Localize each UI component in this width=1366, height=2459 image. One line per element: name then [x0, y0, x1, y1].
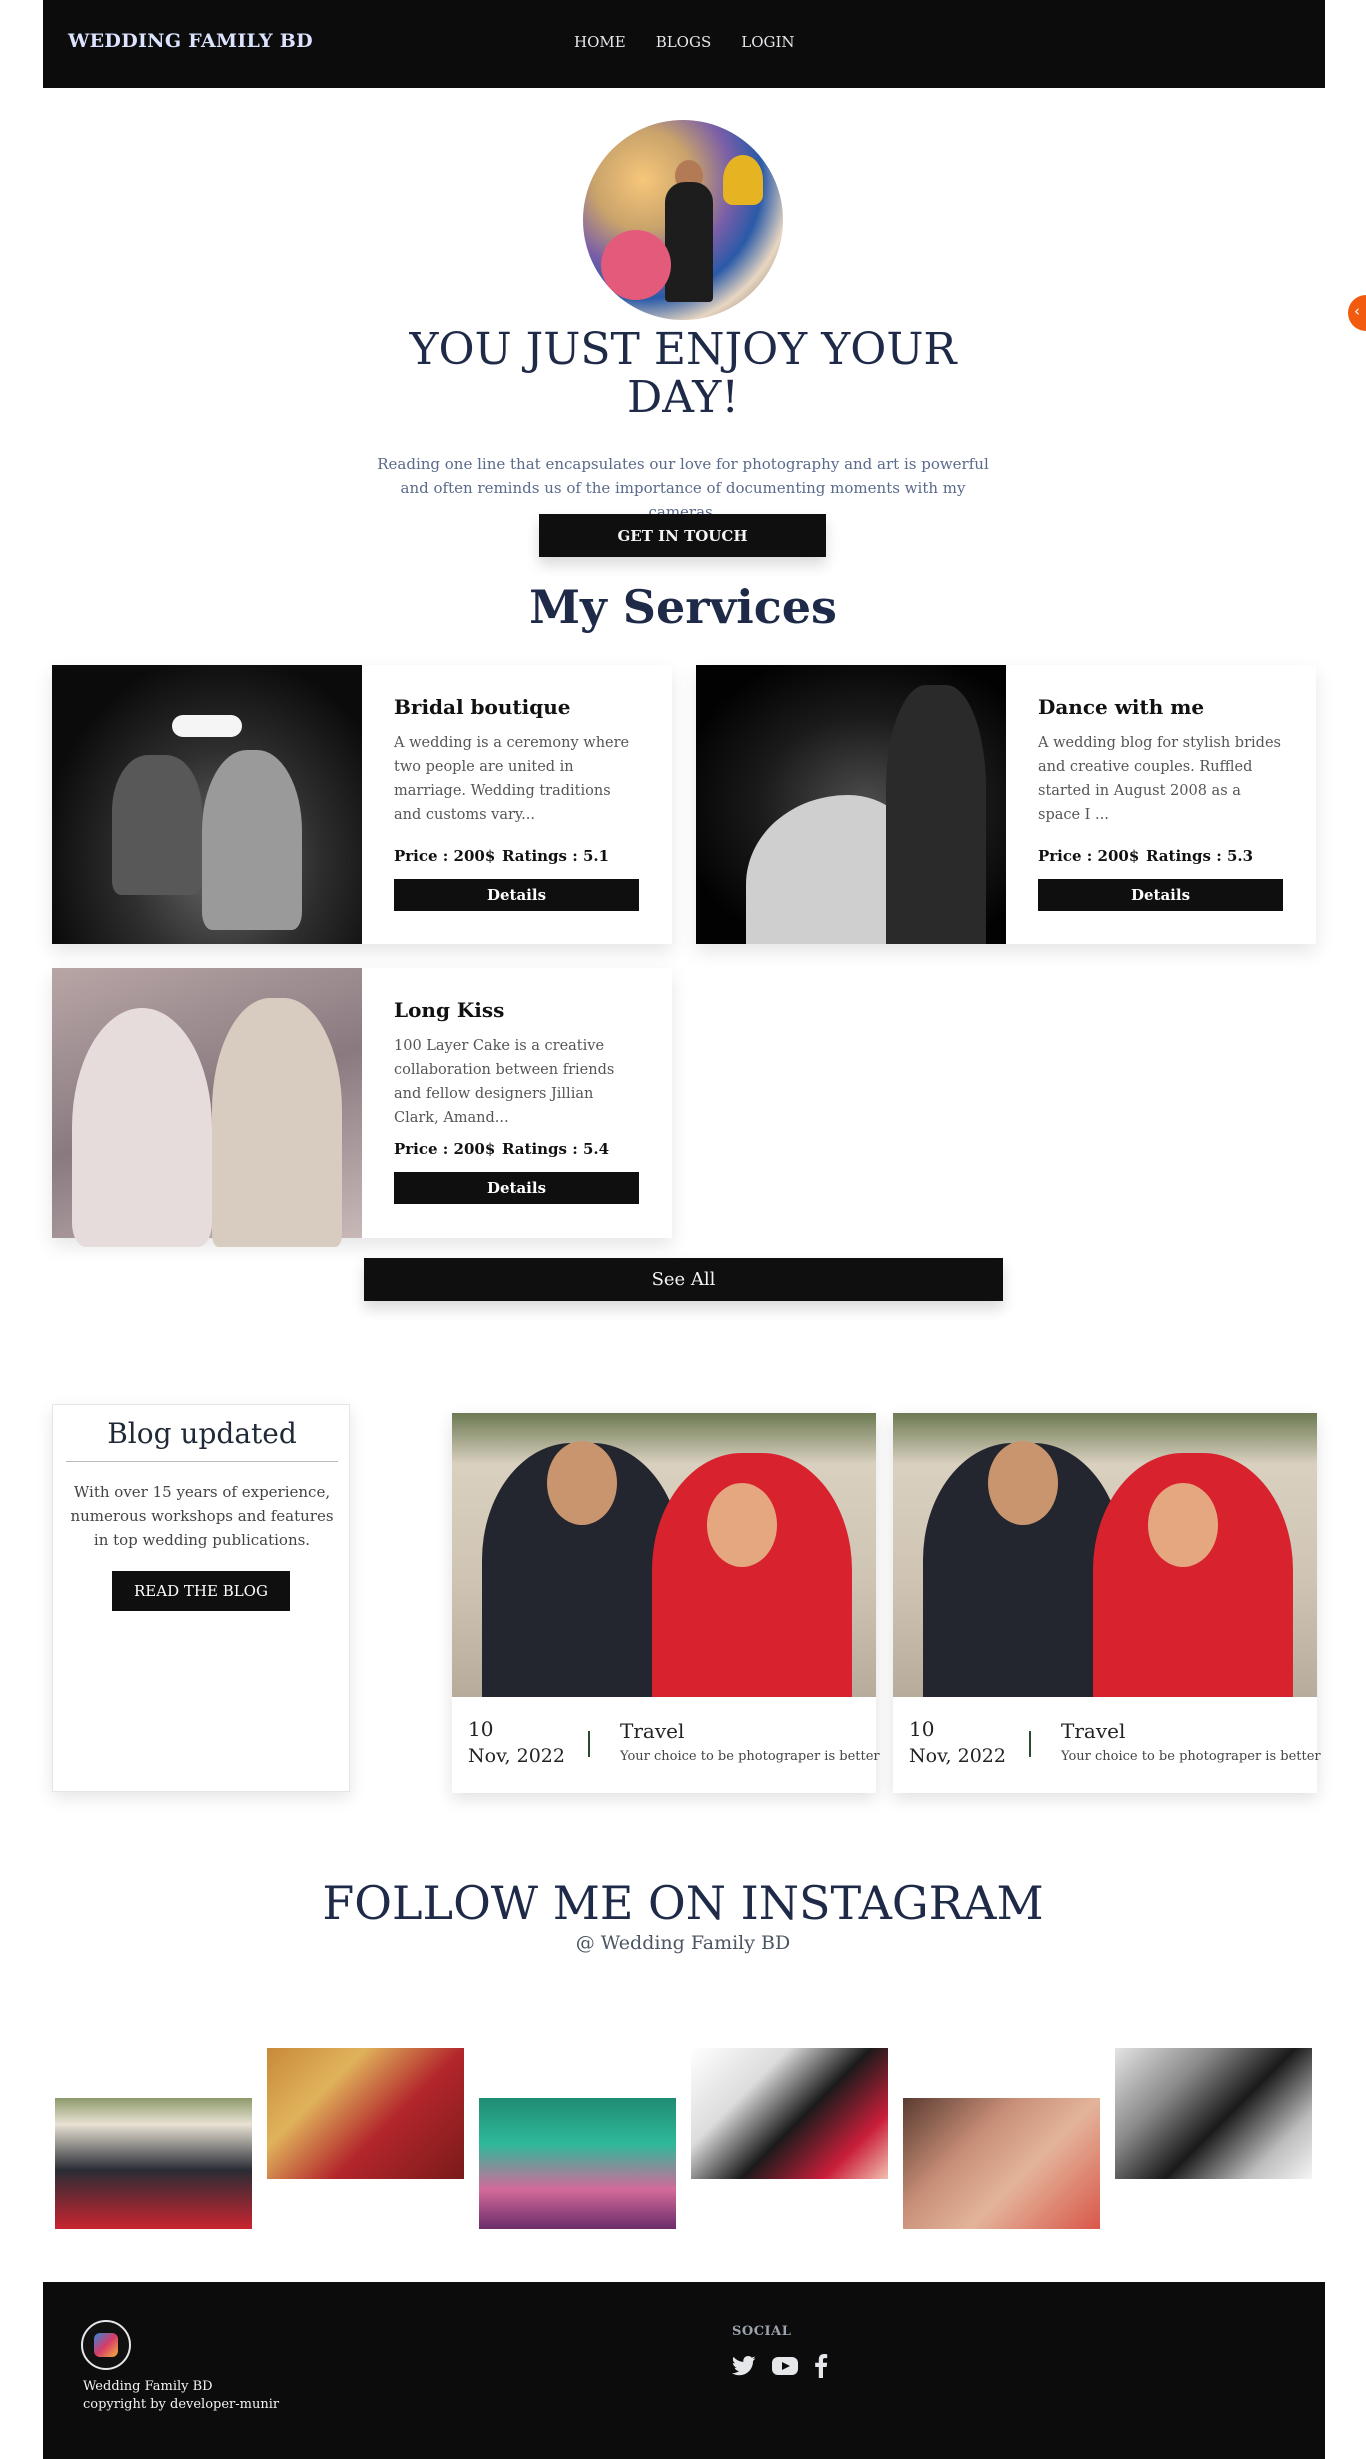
photo-bride-face — [1148, 1483, 1218, 1567]
blog-post-card[interactable]: 10 Nov, 2022 Travel Your choice to be ph… — [893, 1413, 1321, 1793]
get-in-touch-button[interactable]: GET IN TOUCH — [539, 514, 826, 557]
service-name: Bridal boutique — [394, 695, 571, 719]
service-price: Price : 200$ — [394, 1140, 496, 1158]
blog-panel-title: Blog updated — [107, 1417, 297, 1450]
service-ratings: Ratings : 5.1 — [502, 847, 610, 865]
chevron-left-icon: ‹ — [1354, 302, 1360, 320]
post-category: Travel — [1061, 1719, 1126, 1743]
services-title: My Services — [529, 580, 837, 634]
instagram-title: FOLLOW ME ON INSTAGRAM — [322, 1876, 1044, 1930]
post-day: 10 — [909, 1717, 935, 1741]
service-price: Price : 200$ — [394, 847, 496, 865]
photo-bride — [72, 1008, 212, 1247]
service-name: Dance with me — [1038, 695, 1205, 719]
post-subtitle: Your choice to be photograper is better — [1061, 1749, 1321, 1764]
service-ratings: Ratings : 5.4 — [502, 1140, 610, 1158]
instagram-photo[interactable] — [1115, 2048, 1312, 2179]
service-ratings: Ratings : 5.3 — [1146, 847, 1254, 865]
camera-icon — [94, 2333, 118, 2357]
avatar-secondary-figure — [601, 230, 671, 300]
service-description: A wedding blog for stylish brides and cr… — [1038, 735, 1281, 823]
youtube-icon[interactable] — [772, 2356, 798, 2376]
site-footer: Wedding Family BD copyright by developer… — [43, 2282, 1325, 2459]
social-icons — [732, 2354, 828, 2378]
instagram-photo[interactable] — [267, 2048, 464, 2179]
service-card: Bridal boutique A wedding is a ceremony … — [52, 665, 672, 944]
photo-groom-face — [547, 1441, 617, 1525]
service-name: Long Kiss — [394, 998, 505, 1022]
nav-home-link[interactable]: HOME — [574, 33, 626, 51]
post-subtitle: Your choice to be photograper is better — [620, 1749, 880, 1764]
post-month: Nov, 2022 — [468, 1745, 565, 1767]
instagram-photo[interactable] — [55, 2098, 252, 2229]
details-button[interactable]: Details — [1038, 879, 1283, 911]
service-photo — [696, 665, 1006, 944]
footer-site-name: Wedding Family BD — [83, 2379, 213, 2394]
photo-groom-face — [988, 1441, 1058, 1525]
hero-title: YOU JUST ENJOY YOUR DAY! — [409, 324, 957, 423]
nav-blogs-link[interactable]: BLOGS — [656, 33, 712, 51]
top-navbar: WEDDING FAMILY BD HOME BLOGS LOGIN — [43, 0, 1325, 88]
trophy-shape — [723, 155, 763, 205]
details-button[interactable]: Details — [394, 1172, 639, 1204]
footer-social-label: SOCIAL — [732, 2324, 792, 2339]
details-button[interactable]: Details — [394, 879, 639, 911]
photo-bride — [202, 750, 302, 930]
nav-login-link[interactable]: LOGIN — [741, 33, 794, 51]
footer-copyright: copyright by developer-munir — [83, 2397, 280, 2412]
photo-groom — [212, 998, 342, 1247]
post-date-divider — [588, 1731, 590, 1757]
avatar-figure — [665, 182, 713, 302]
photo-groom — [112, 755, 202, 895]
post-month: Nov, 2022 — [909, 1745, 1006, 1767]
facebook-icon[interactable] — [814, 2354, 828, 2378]
service-description: 100 Layer Cake is a creative collaborati… — [394, 1038, 615, 1126]
service-price: Price : 200$ — [1038, 847, 1140, 865]
post-category: Travel — [620, 1719, 685, 1743]
footer-logo[interactable] — [81, 2320, 131, 2370]
instagram-photo[interactable] — [691, 2048, 888, 2179]
instagram-photo[interactable] — [903, 2098, 1100, 2229]
photo-bride-face — [707, 1483, 777, 1567]
side-drawer-tab[interactable]: ‹ — [1348, 295, 1366, 331]
service-card: Dance with me A wedding blog for stylish… — [696, 665, 1316, 944]
blog-updated-panel: Blog updated With over 15 years of exper… — [52, 1404, 350, 1792]
see-all-button[interactable]: See All — [364, 1258, 1003, 1301]
nav-links: HOME BLOGS LOGIN — [574, 33, 795, 51]
post-date-divider — [1029, 1731, 1031, 1757]
read-the-blog-button[interactable]: READ THE BLOG — [112, 1571, 290, 1611]
service-photo — [52, 665, 362, 944]
hero-avatar-photo — [583, 120, 783, 320]
blog-panel-divider — [66, 1461, 338, 1462]
service-photo — [52, 968, 362, 1247]
blog-post-card[interactable]: 10 Nov, 2022 Travel Your choice to be ph… — [452, 1413, 880, 1793]
twitter-icon[interactable] — [732, 2356, 756, 2376]
instagram-photo[interactable] — [479, 2098, 676, 2229]
photo-light — [172, 715, 242, 737]
photo-groom — [886, 685, 986, 944]
service-card: Long Kiss 100 Layer Cake is a creative c… — [52, 968, 672, 1247]
post-day: 10 — [468, 1717, 494, 1741]
instagram-handle[interactable]: @ Wedding Family BD — [383, 1932, 983, 1954]
blog-post-photo — [452, 1413, 876, 1697]
blog-post-photo — [893, 1413, 1317, 1697]
brand-logo-text[interactable]: WEDDING FAMILY BD — [68, 30, 313, 52]
service-description: A wedding is a ceremony where two people… — [394, 735, 630, 823]
blog-panel-text: With over 15 years of experience, numero… — [70, 1483, 334, 1549]
